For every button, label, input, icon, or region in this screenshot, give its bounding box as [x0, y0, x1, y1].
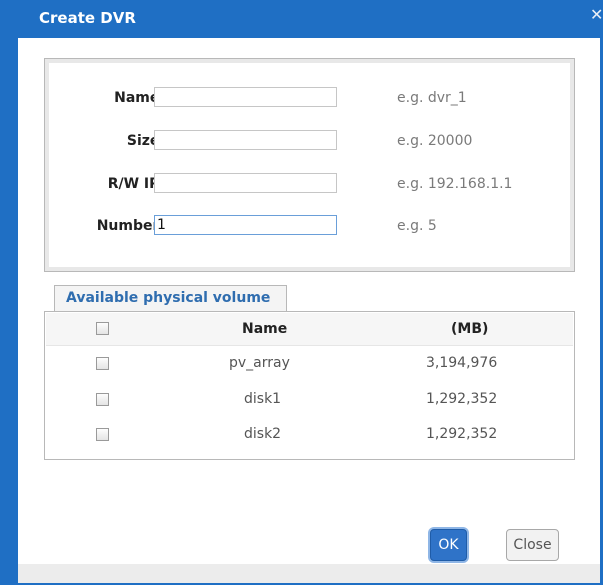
name-hint: e.g. dvr_1 [397, 90, 467, 106]
select-all-checkbox-icon[interactable] [96, 322, 109, 335]
number-input[interactable] [154, 215, 337, 235]
row-checkbox-icon[interactable] [96, 357, 109, 370]
dialog-titlebar: Create DVR ✕ [0, 0, 603, 38]
close-icon[interactable]: ✕ [590, 7, 603, 23]
volume-size: 3,194,976 [426, 355, 498, 371]
number-label: Number: [96, 218, 165, 234]
row-checkbox-icon[interactable] [96, 428, 109, 441]
dialog-title: Create DVR [39, 9, 136, 27]
table-row[interactable]: disk1 1,292,352 [46, 383, 573, 416]
volume-name: pv_array [229, 355, 290, 371]
size-label: Size: [126, 133, 165, 149]
table-row[interactable]: pv_array 3,194,976 [46, 347, 573, 380]
row-checkbox-icon[interactable] [96, 393, 109, 406]
table-row[interactable]: disk2 1,292,352 [46, 418, 573, 451]
volume-size: 1,292,352 [426, 391, 498, 407]
volume-name: disk1 [244, 391, 282, 407]
close-button[interactable]: Close [506, 529, 559, 561]
column-header-size: (MB) [451, 321, 489, 337]
create-dvr-dialog: Create DVR ✕ Name: e.g. dvr_1 Size: e.g.… [0, 0, 603, 585]
name-label: Name: [114, 90, 165, 106]
dialog-body: Name: e.g. dvr_1 Size: e.g. 20000 R/W IP… [18, 38, 600, 583]
column-header-name: Name [242, 321, 288, 337]
ok-button[interactable]: OK [430, 529, 467, 561]
rw-ip-hint: e.g. 192.168.1.1 [397, 176, 513, 192]
size-input[interactable] [154, 130, 337, 150]
size-hint: e.g. 20000 [397, 133, 473, 149]
number-hint: e.g. 5 [397, 218, 437, 234]
rw-ip-input[interactable] [154, 173, 337, 193]
tab-available-physical-volume[interactable]: Available physical volume [54, 285, 287, 312]
rw-ip-label: R/W IP: [107, 176, 165, 192]
name-input[interactable] [154, 87, 337, 107]
dialog-footer [18, 564, 600, 583]
volume-size: 1,292,352 [426, 426, 498, 442]
volume-name: disk2 [244, 426, 282, 442]
dvr-form-fieldset: Name: e.g. dvr_1 Size: e.g. 20000 R/W IP… [44, 58, 575, 272]
table-header: Name (MB) [46, 313, 573, 346]
physical-volume-table: Name (MB) pv_array 3,194,976 disk1 1,292… [44, 311, 575, 460]
